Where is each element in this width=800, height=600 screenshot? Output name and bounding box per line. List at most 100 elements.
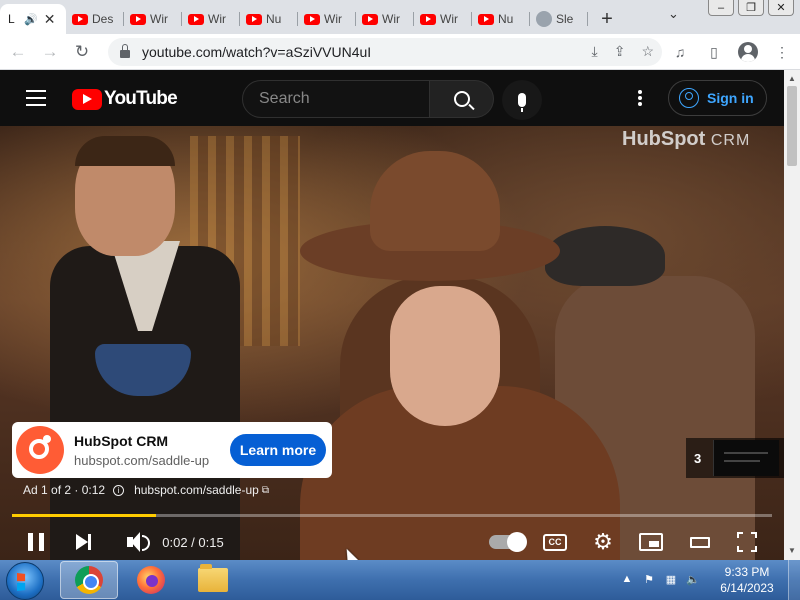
- show-hidden-icons-icon[interactable]: ▲: [620, 572, 634, 586]
- chrome-icon: [75, 566, 103, 594]
- microphone-icon: [518, 93, 526, 112]
- ad-title[interactable]: HubSpot CRM: [74, 433, 224, 449]
- ad-link[interactable]: hubspot.com/saddle-up: [134, 483, 259, 497]
- search-button[interactable]: [430, 80, 494, 118]
- miniplayer-button[interactable]: [636, 524, 666, 560]
- youtube-icon: [188, 13, 204, 25]
- youtube-icon: [478, 13, 494, 25]
- pause-icon: [28, 533, 44, 551]
- install-icon[interactable]: ⤓: [592, 43, 598, 60]
- tab-sleep[interactable]: Sle: [530, 4, 588, 34]
- show-desktop-button[interactable]: [788, 560, 800, 600]
- settings-kebab-icon[interactable]: [634, 88, 646, 108]
- address-bar[interactable]: youtube.com/watch?v=aSziVVUN4uI ⤓ ⇪ ☆: [108, 38, 662, 66]
- close-icon[interactable]: ✕: [44, 11, 56, 28]
- tab-title: Wir: [382, 12, 400, 26]
- tab-title: Wir: [440, 12, 458, 26]
- ad-info-bar: Ad 1 of 2 · 0:12 i hubspot.com/saddle-up…: [23, 483, 269, 497]
- side-panel-icon[interactable]: ▯: [702, 38, 726, 66]
- theater-mode-button[interactable]: [686, 524, 714, 560]
- search-icon: [453, 91, 470, 107]
- speaker-icon[interactable]: 🔊: [24, 13, 38, 26]
- captions-button[interactable]: CC: [540, 524, 570, 560]
- tab-title: Wir: [324, 12, 342, 26]
- pause-button[interactable]: [24, 524, 48, 560]
- mute-button[interactable]: [116, 524, 150, 560]
- close-window-button[interactable]: ✕: [768, 0, 794, 16]
- tab-title: Wir: [208, 12, 226, 26]
- scrollbar-thumb[interactable]: [787, 86, 797, 166]
- taskbar-firefox[interactable]: [122, 561, 180, 599]
- search-box[interactable]: [242, 80, 430, 118]
- url-text[interactable]: youtube.com/watch?v=aSziVVUN4uI: [142, 44, 371, 60]
- youtube-icon: [130, 13, 146, 25]
- network-icon[interactable]: ▦: [664, 572, 678, 586]
- skip-countdown: 3: [694, 450, 702, 466]
- omnibox-actions: ⤓ ⇪ ☆: [592, 43, 655, 60]
- hamburger-menu-icon[interactable]: [26, 90, 46, 106]
- autoplay-toggle[interactable]: [486, 524, 527, 560]
- page-scrollbar[interactable]: ▲ ▼: [784, 70, 800, 560]
- browser-toolbar: ← → ↻ youtube.com/watch?v=aSziVVUN4uI ⤓ …: [0, 34, 800, 70]
- taskbar-explorer[interactable]: [184, 561, 242, 599]
- tab-youtube[interactable]: Wir: [356, 4, 414, 34]
- time-display: 0:02 / 0:15: [158, 524, 228, 560]
- tab-title: Wir: [150, 12, 168, 26]
- next-icon: [76, 534, 91, 550]
- lock-icon[interactable]: [120, 44, 130, 58]
- maximize-button[interactable]: ❐: [738, 0, 764, 16]
- tab-active[interactable]: L 🔊 ✕: [0, 4, 66, 34]
- tab-youtube[interactable]: Wir: [124, 4, 182, 34]
- tab-youtube[interactable]: Nu: [240, 4, 298, 34]
- start-button[interactable]: [6, 562, 44, 600]
- tab-youtube[interactable]: Des: [66, 4, 124, 34]
- tab-search-icon[interactable]: ⌄: [668, 6, 679, 22]
- info-icon[interactable]: i: [113, 484, 125, 496]
- next-button[interactable]: [70, 524, 94, 560]
- tab-title: L: [8, 12, 15, 26]
- miniplayer-icon: [639, 533, 663, 551]
- share-icon[interactable]: ⇪: [614, 43, 626, 60]
- tab-youtube[interactable]: Nu: [472, 4, 530, 34]
- bookmark-star-icon[interactable]: ☆: [641, 43, 654, 60]
- video-player[interactable]: HubSpot CRM HubSpot CRM hubspot.com/sadd…: [0, 126, 784, 560]
- scroll-down-icon[interactable]: ▼: [788, 546, 796, 555]
- action-center-flag-icon[interactable]: ⚑: [642, 572, 656, 586]
- ad-url[interactable]: hubspot.com/saddle-up: [74, 453, 224, 468]
- learn-more-button[interactable]: Learn more: [230, 434, 326, 466]
- taskbar-clock[interactable]: 9:33 PM 6/14/2023: [712, 564, 782, 596]
- media-control-icon[interactable]: ♫: [668, 38, 692, 66]
- back-button[interactable]: ←: [4, 38, 32, 66]
- tab-youtube[interactable]: Wir: [414, 4, 472, 34]
- external-link-icon[interactable]: ⧉: [262, 485, 269, 496]
- screen: L 🔊 ✕ Des Wir Wir Nu Wir Wir Wir Nu Sle …: [0, 0, 800, 600]
- scroll-up-icon[interactable]: ▲: [788, 74, 796, 83]
- search-input[interactable]: [259, 90, 419, 108]
- theater-icon: [690, 536, 710, 548]
- new-tab-button[interactable]: +: [592, 4, 622, 34]
- settings-button[interactable]: ⚙: [588, 524, 618, 560]
- tab-youtube[interactable]: Wir: [298, 4, 356, 34]
- profile-button[interactable]: [736, 38, 760, 66]
- sign-in-button[interactable]: Sign in: [668, 80, 767, 116]
- voice-search-button[interactable]: [502, 80, 542, 120]
- toolbar-right: ♫ ▯ ⋮: [668, 38, 794, 66]
- youtube-icon: [362, 13, 378, 25]
- hubspot-logo-icon[interactable]: [16, 426, 64, 474]
- account-icon: [679, 88, 699, 108]
- tab-youtube[interactable]: Wir: [182, 4, 240, 34]
- volume-muted-icon[interactable]: 🔈: [686, 572, 700, 586]
- youtube-icon: [246, 13, 262, 25]
- menu-kebab-icon[interactable]: ⋮: [770, 38, 794, 66]
- reload-button[interactable]: ↻: [68, 38, 96, 66]
- taskbar-chrome[interactable]: [60, 561, 118, 599]
- minimize-button[interactable]: –: [708, 0, 734, 16]
- progress-bar[interactable]: [12, 514, 772, 517]
- sign-in-label: Sign in: [707, 90, 754, 106]
- ad-card[interactable]: HubSpot CRM hubspot.com/saddle-up Learn …: [12, 422, 332, 478]
- forward-button[interactable]: →: [36, 38, 64, 66]
- fullscreen-button[interactable]: [734, 524, 760, 560]
- tab-strip: L 🔊 ✕ Des Wir Wir Nu Wir Wir Wir Nu Sle …: [0, 0, 800, 34]
- profile-avatar-icon: [738, 42, 758, 62]
- youtube-logo[interactable]: YouTube: [72, 88, 178, 110]
